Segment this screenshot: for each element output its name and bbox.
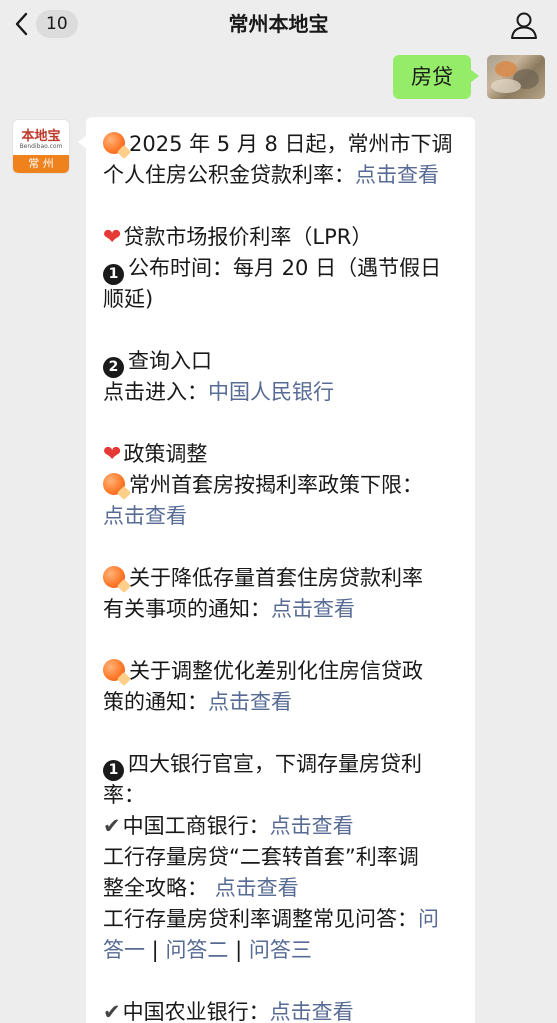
message-line: 个人住房公积金贷款利率：点击查看 — [103, 160, 461, 191]
message-line: 顺延) — [103, 284, 461, 315]
outgoing-message-row: 房贷 — [393, 55, 545, 99]
message-link[interactable]: 中国人民银行 — [208, 380, 334, 404]
message-text: 点击进入： — [103, 380, 208, 404]
unread-count-badge: 10 — [36, 10, 78, 38]
heart-icon: ❤ — [103, 442, 122, 467]
message-link[interactable]: 点击查看 — [270, 1000, 354, 1023]
message-text: 个人住房公积金贷款利率： — [103, 163, 355, 187]
circled-number-icon: 1 — [103, 760, 124, 781]
message-text: 策的通知： — [103, 690, 208, 714]
account-avatar[interactable]: 本地宝 Bendibao.com 常 州 — [12, 119, 70, 174]
message-line: ✔中国农业银行：点击查看 — [103, 997, 461, 1023]
account-logo-subtext: Bendibao.com — [19, 143, 63, 150]
message-line: ❤政策调整 — [103, 439, 461, 470]
message-text: 常州首套房按揭利率政策下限： — [129, 473, 423, 497]
message-link[interactable]: 点击查看 — [215, 876, 299, 900]
firecracker-icon — [103, 659, 125, 681]
message-text: 四大银行官宣，下调存量房贷利 — [128, 752, 422, 776]
outgoing-message-bubble[interactable]: 房贷 — [393, 55, 479, 99]
message-link[interactable]: 点击查看 — [103, 504, 187, 528]
message-text: 查询入口 — [128, 349, 212, 373]
incoming-message-bubble: 2025 年 5 月 8 日起，常州市下调 个人住房公积金贷款利率：点击查看 ❤贷款… — [78, 117, 475, 1023]
message-line: 有关事项的通知：点击查看 — [103, 594, 461, 625]
message-text: 有关事项的通知： — [103, 597, 271, 621]
account-logo-text: 本地宝 — [21, 129, 61, 144]
chevron-left-icon — [14, 12, 28, 36]
message-text: 中国农业银行： — [122, 1000, 270, 1023]
link-separator: | — [145, 938, 166, 962]
check-mark-icon: ✔ — [103, 1000, 121, 1023]
message-line: 1 公布时间：每月 20 日（遇节假日 — [103, 253, 461, 285]
message-link[interactable]: 点击查看 — [271, 597, 355, 621]
message-line: 整全攻略： 点击查看 — [103, 873, 461, 904]
top-navigation-bar: 10 常州本地宝 — [0, 0, 557, 48]
message-line: ✔中国工商银行：点击查看 — [103, 811, 461, 842]
chat-title: 常州本地宝 — [228, 12, 329, 36]
my-avatar[interactable] — [487, 55, 545, 99]
circled-number-icon: 1 — [103, 264, 124, 285]
check-mark-icon: ✔ — [103, 814, 121, 838]
message-link[interactable]: 答一 — [103, 938, 145, 962]
account-city-label: 常 州 — [13, 155, 69, 173]
profile-button[interactable] — [509, 10, 539, 40]
link-separator: | — [228, 938, 249, 962]
message-line: 工行存量房贷“二套转首套”利率调 — [103, 842, 461, 873]
message-link[interactable]: 点击查看 — [208, 690, 292, 714]
message-text: 率： — [103, 783, 145, 807]
message-text: 整全攻略： — [103, 876, 215, 900]
message-text: 关于降低存量首套住房贷款利率 — [129, 566, 423, 590]
message-line: 率： — [103, 780, 461, 811]
message-link[interactable]: 问答二 — [165, 938, 228, 962]
message-text: 2025 年 5 月 8 日起，常州市下调 — [129, 132, 453, 156]
message-line: 1 四大银行官宣，下调存量房贷利 — [103, 749, 461, 781]
message-line: 答一 | 问答二 | 问答三 — [103, 935, 461, 966]
heart-icon: ❤ — [103, 225, 122, 250]
firecracker-icon — [103, 566, 125, 588]
message-line: 工行存量房贷利率调整常见问答：问 — [103, 904, 461, 935]
firecracker-icon — [103, 473, 125, 495]
message-text: 贷款市场报价利率（LPR） — [123, 225, 373, 249]
message-line: 点击进入：中国人民银行 — [103, 377, 461, 408]
message-link[interactable]: 点击查看 — [270, 814, 354, 838]
message-line: 常州首套房按揭利率政策下限： — [103, 470, 461, 501]
person-icon — [509, 12, 539, 44]
message-line: 2025 年 5 月 8 日起，常州市下调 — [103, 129, 461, 160]
message-line: 策的通知：点击查看 — [103, 687, 461, 718]
message-line: ❤贷款市场报价利率（LPR） — [103, 222, 461, 253]
message-line: 2 查询入口 — [103, 346, 461, 378]
message-line: 关于降低存量首套住房贷款利率 — [103, 563, 461, 594]
circled-number-icon: 2 — [103, 357, 124, 378]
message-text: 顺延) — [103, 287, 154, 311]
message-text: 公布时间：每月 20 日（遇节假日 — [128, 256, 442, 280]
back-button[interactable]: 10 — [14, 9, 78, 39]
message-line: 点击查看 — [103, 501, 461, 532]
message-link[interactable]: 问 — [418, 907, 439, 931]
firecracker-icon — [103, 132, 125, 154]
message-text: 政策调整 — [123, 442, 208, 466]
message-line: 关于调整优化差别化住房信贷政 — [103, 656, 461, 687]
message-text: 工行存量房贷“二套转首套”利率调 — [103, 845, 419, 869]
message-text: 关于调整优化差别化住房信贷政 — [129, 659, 423, 683]
message-link[interactable]: 点击查看 — [355, 163, 439, 187]
message-link[interactable]: 问答三 — [249, 938, 312, 962]
message-text: 中国工商银行： — [122, 814, 270, 838]
message-text: 工行存量房贷利率调整常见问答： — [103, 907, 418, 931]
